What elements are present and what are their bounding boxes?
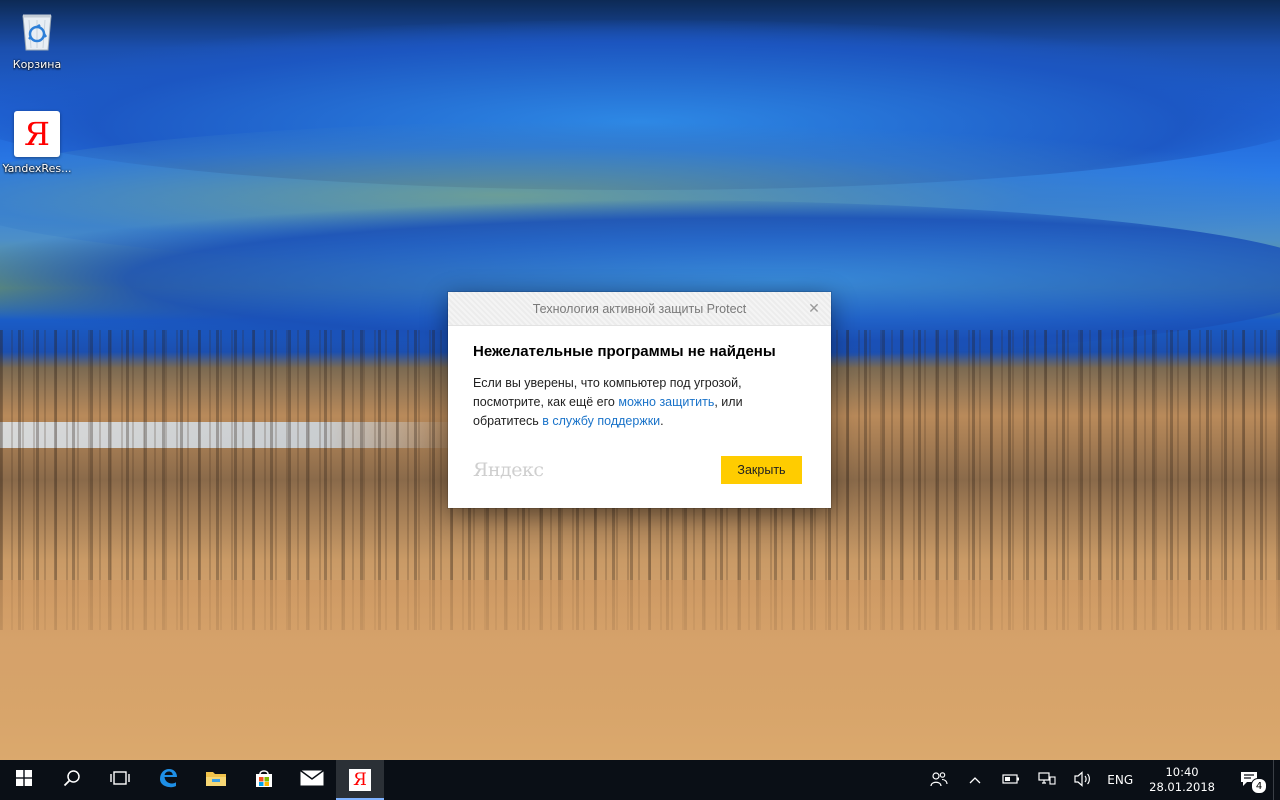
taskbar-edge[interactable] [144, 760, 192, 800]
yandex-icon: Я [13, 110, 61, 158]
dialog-message: Если вы уверены, что компьютер под угроз… [473, 376, 743, 428]
dialog-footer: Яндекс Закрыть [473, 456, 802, 484]
network-icon [1038, 771, 1056, 789]
dialog-titlebar: Технология активной защиты Protect ✕ [448, 292, 831, 326]
recycle-bin-icon [13, 6, 61, 54]
dialog-heading: Нежелательные программы не найдены [473, 343, 776, 360]
desktop-icon-label: YandexRes... [2, 162, 72, 175]
input-language-button[interactable]: ENG [1101, 760, 1139, 800]
search-button[interactable] [48, 760, 96, 800]
close-icon[interactable]: ✕ [806, 300, 822, 316]
people-icon [930, 771, 948, 790]
close-button[interactable]: Закрыть [721, 456, 802, 484]
store-icon [254, 768, 274, 792]
support-link[interactable]: в службу поддержки [542, 414, 660, 428]
edge-icon [158, 768, 178, 792]
folder-icon [205, 769, 227, 791]
network-button[interactable] [1029, 760, 1065, 800]
system-tray: ENG 10:40 28.01.2018 4 [921, 760, 1280, 800]
show-hidden-icons-button[interactable] [957, 760, 993, 800]
taskbar: Я ENG 10:40 28.01.2018 4 [0, 760, 1280, 800]
task-view-icon [109, 770, 131, 790]
start-button[interactable] [0, 760, 48, 800]
desktop-icon-recycle-bin[interactable]: Корзина [1, 6, 73, 71]
people-button[interactable] [921, 760, 957, 800]
clock-date: 28.01.2018 [1149, 780, 1215, 794]
taskbar-mail[interactable] [288, 760, 336, 800]
taskbar-store[interactable] [240, 760, 288, 800]
show-desktop-button[interactable] [1273, 760, 1280, 800]
wallpaper-field [0, 580, 1280, 760]
dialog-title: Технология активной защиты Protect [532, 301, 747, 316]
yandex-icon: Я [349, 769, 371, 791]
search-icon [63, 769, 81, 791]
task-view-button[interactable] [96, 760, 144, 800]
dialog-body: Нежелательные программы не найдены Если … [448, 326, 831, 431]
protect-more-link[interactable]: можно защитить [618, 395, 714, 409]
desktop-icon-yandex[interactable]: Я YandexRes... [1, 110, 73, 175]
action-center-button[interactable]: 4 [1225, 760, 1273, 800]
power-status-button[interactable] [993, 760, 1029, 800]
taskbar-yandex[interactable]: Я [336, 760, 384, 800]
battery-icon [1002, 773, 1020, 788]
volume-button[interactable] [1065, 760, 1101, 800]
clock-button[interactable]: 10:40 28.01.2018 [1139, 760, 1225, 800]
windows-logo-icon [16, 770, 32, 790]
desktop-icon-label: Корзина [12, 58, 62, 71]
taskbar-file-explorer[interactable] [192, 760, 240, 800]
volume-icon [1073, 770, 1093, 790]
mail-icon [300, 769, 324, 790]
notification-count-badge: 4 [1251, 778, 1267, 794]
chevron-up-icon [969, 773, 981, 787]
clock-time: 10:40 [1165, 765, 1199, 779]
yandex-logo: Яндекс [473, 459, 544, 481]
desktop: Корзина Я YandexRes... Технология активн… [0, 0, 1280, 800]
protect-dialog: Технология активной защиты Protect ✕ Неж… [448, 292, 831, 508]
